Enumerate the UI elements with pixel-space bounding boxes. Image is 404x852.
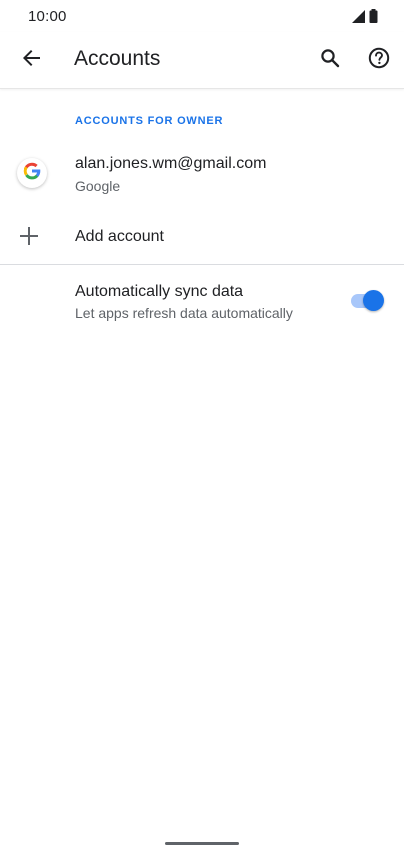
add-account-label: Add account [75,228,164,245]
plus-icon [18,225,40,247]
auto-sync-setting[interactable]: Automatically sync data Let apps refresh… [0,265,404,335]
account-email: alan.jones.wm@gmail.com [75,155,267,172]
account-type: Google [75,178,121,194]
section-header-accounts: ACCOUNTS FOR OWNER [75,115,224,127]
search-button[interactable] [310,40,350,80]
add-account-button[interactable]: Add account [0,210,404,264]
auto-sync-title: Automatically sync data [75,283,244,300]
page-title: Accounts [74,47,161,70]
auto-sync-toggle[interactable] [349,290,385,312]
battery-icon [369,9,378,28]
auto-sync-subtitle: Let apps refresh data automatically [75,305,293,321]
back-button[interactable] [12,40,52,80]
arrow-back-icon [22,48,42,73]
status-icons [352,9,378,28]
avatar [17,158,47,188]
help-circle-icon [368,47,390,74]
signal-icon [352,9,365,28]
help-button[interactable] [359,40,399,80]
status-time: 10:00 [28,8,67,25]
account-item[interactable]: alan.jones.wm@gmail.com Google [0,140,404,208]
gesture-nav-handle[interactable] [165,842,239,845]
search-icon [320,48,340,73]
google-g-icon [22,161,42,186]
toggle-thumb [363,290,384,311]
status-bar: 10:00 [0,0,404,32]
app-bar: Accounts [0,32,404,89]
